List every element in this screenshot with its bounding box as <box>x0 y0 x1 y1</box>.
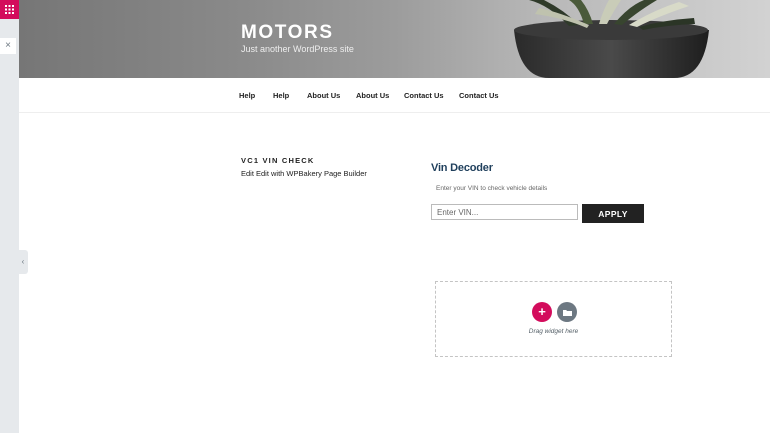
close-button[interactable]: × <box>0 38 16 54</box>
nav-item-about-us[interactable]: About Us <box>307 91 340 100</box>
close-icon: × <box>5 40 11 51</box>
folder-icon <box>562 309 572 316</box>
editor-menu-button[interactable] <box>0 0 19 19</box>
site-tagline: Just another WordPress site <box>241 44 354 54</box>
page: × ‹ MOTORS Just another WordPress site H… <box>0 0 770 433</box>
site-title[interactable]: MOTORS <box>241 22 334 44</box>
widget-drop-zone[interactable]: + Drag widget here <box>435 281 672 357</box>
nav-item-contact-us[interactable]: Contact Us <box>459 91 499 100</box>
apply-button[interactable]: APPLY <box>582 204 644 223</box>
panel-collapse-button[interactable]: ‹ <box>18 250 28 274</box>
add-widget-button[interactable]: + <box>532 302 552 322</box>
vin-decoder-description: Enter your VIN to check vehicle details <box>436 185 548 192</box>
editor-sidebar: × <box>0 0 19 433</box>
nav-item-about-us[interactable]: About Us <box>356 91 389 100</box>
main-navigation: Help Help About Us About Us Contact Us C… <box>19 78 770 113</box>
plus-icon: + <box>538 304 546 319</box>
chevron-left-icon: ‹ <box>21 257 25 266</box>
nav-item-contact-us[interactable]: Contact Us <box>404 91 444 100</box>
nav-item-help[interactable]: Help <box>239 91 255 100</box>
vin-input[interactable] <box>431 204 578 220</box>
page-title: VC1 VIN CHECK <box>241 156 315 165</box>
site-header-image: MOTORS Just another WordPress site <box>19 0 770 78</box>
edit-link[interactable]: Edit Edit with WPBakery Page Builder <box>241 169 367 178</box>
plant-image <box>514 0 709 78</box>
vin-decoder-heading: Vin Decoder <box>431 162 493 174</box>
add-template-button[interactable] <box>557 302 577 322</box>
drop-zone-label: Drag widget here <box>528 328 579 335</box>
nav-item-help[interactable]: Help <box>273 91 289 100</box>
grid-icon <box>5 5 14 14</box>
